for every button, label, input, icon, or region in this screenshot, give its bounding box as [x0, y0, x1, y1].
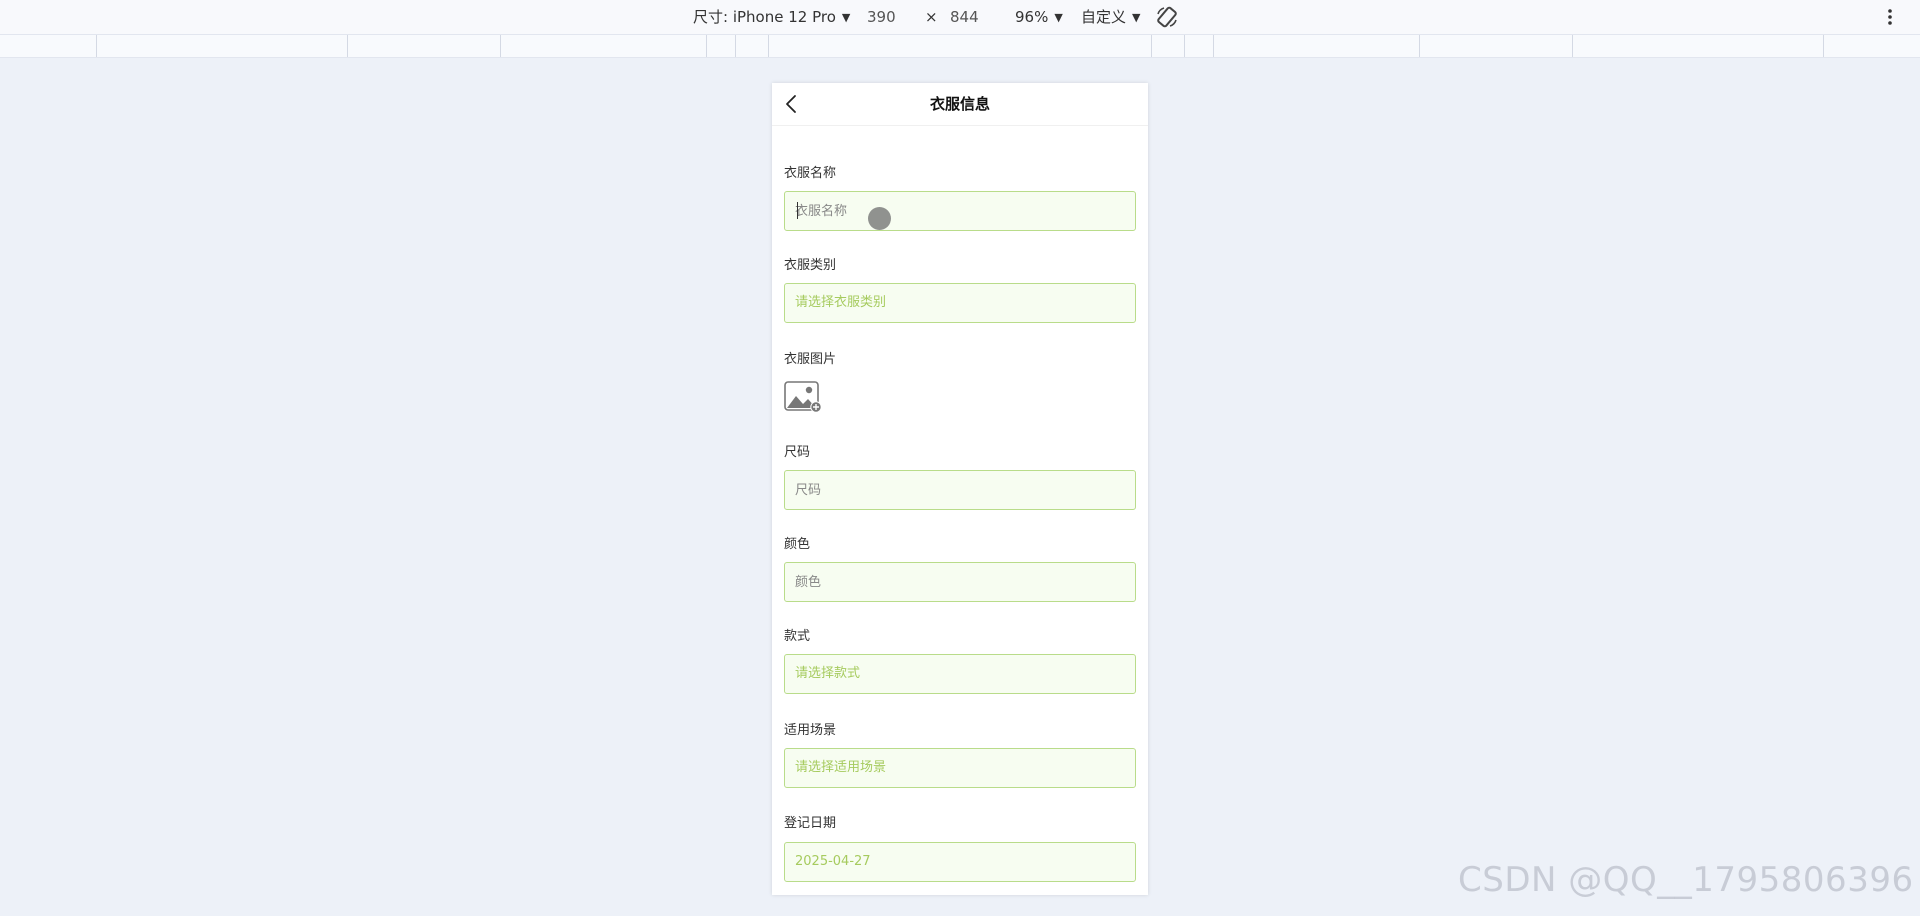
media-query-ruler[interactable] — [0, 34, 1920, 58]
ruler-tick — [1419, 35, 1420, 57]
size-label: 尺码 — [784, 445, 811, 460]
ruler-tick — [96, 35, 97, 57]
device-label: 尺寸: iPhone 12 Pro — [693, 8, 836, 26]
register-date-label: 登记日期 — [784, 816, 837, 831]
ruler-tick — [1184, 35, 1185, 57]
page-title: 衣服信息 — [929, 95, 990, 113]
chevron-down-icon: ▼ — [1054, 11, 1063, 24]
touch-cursor-icon — [868, 207, 891, 230]
clothing-category-value: 请选择衣服类别 — [795, 295, 887, 310]
zoom-select[interactable]: 96% ▼ — [1015, 0, 1063, 34]
clothing-name-input[interactable] — [784, 191, 1136, 231]
clothing-category-label: 衣服类别 — [784, 258, 837, 273]
scene-label: 适用场景 — [784, 723, 837, 738]
clothing-category-select[interactable]: 请选择衣服类别 — [784, 283, 1136, 323]
clothing-image-label: 衣服图片 — [784, 352, 837, 367]
chevron-down-icon: ▼ — [841, 11, 851, 24]
color-label: 颜色 — [784, 537, 811, 552]
style-value: 请选择款式 — [795, 666, 861, 681]
zoom-label: 96% — [1015, 8, 1049, 26]
viewport-height-input[interactable]: 844 — [950, 0, 979, 34]
ruler-tick — [1213, 35, 1214, 57]
device-viewport: 衣服信息 衣服名称 衣服类别 请选择衣服类别 衣服图片 尺码 颜色 款式 请选择… — [772, 83, 1148, 895]
device-select[interactable]: 尺寸: iPhone 12 Pro ▼ — [693, 0, 850, 34]
ruler-tick — [500, 35, 501, 57]
register-date-picker[interactable]: 2025-04-27 — [784, 842, 1136, 882]
image-upload-icon[interactable] — [784, 381, 822, 413]
style-select[interactable]: 请选择款式 — [784, 654, 1136, 694]
viewport-width-input[interactable]: 390 — [867, 0, 896, 34]
text-caret — [797, 202, 798, 219]
clothing-name-label: 衣服名称 — [784, 166, 837, 181]
style-label: 款式 — [784, 629, 811, 644]
chevron-down-icon: ▼ — [1132, 11, 1141, 24]
ruler-tick — [347, 35, 348, 57]
scene-select[interactable]: 请选择适用场景 — [784, 748, 1136, 788]
devtools-toolbar: 尺寸: iPhone 12 Pro ▼ 390 × 844 96% ▼ 自定义 ▼ — [0, 0, 1920, 34]
ruler-tick — [1151, 35, 1152, 57]
color-input[interactable] — [784, 562, 1136, 602]
throttle-label: 自定义 — [1081, 8, 1127, 26]
more-options-icon[interactable] — [1886, 6, 1894, 28]
watermark: CSDN @QQ__1795806396 — [1458, 860, 1914, 900]
ruler-tick — [735, 35, 736, 57]
scene-value: 请选择适用场景 — [795, 760, 887, 775]
size-input[interactable] — [784, 470, 1136, 510]
ruler-tick — [1572, 35, 1573, 57]
dimension-separator: × — [925, 8, 938, 26]
ruler-tick — [706, 35, 707, 57]
register-date-value: 2025-04-27 — [795, 854, 871, 869]
throttle-select[interactable]: 自定义 ▼ — [1081, 0, 1140, 34]
ruler-tick — [1823, 35, 1824, 57]
ruler-tick — [768, 35, 769, 57]
rotate-icon[interactable] — [1155, 5, 1179, 29]
nav-bar: 衣服信息 — [772, 83, 1148, 126]
